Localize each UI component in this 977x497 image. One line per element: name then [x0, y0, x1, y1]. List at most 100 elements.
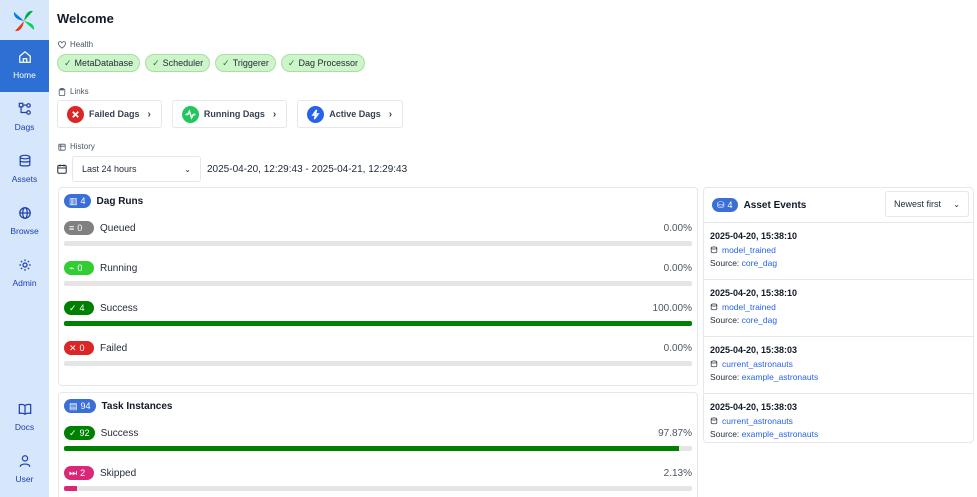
sidebar-item-dags[interactable]: Dags — [0, 92, 49, 144]
globe-icon — [18, 207, 31, 219]
source-dag-link[interactable]: example_astronauts — [742, 372, 819, 382]
sidebar-item-docs[interactable]: Docs — [0, 392, 49, 444]
chevron-down-icon: ⌄ — [184, 164, 191, 174]
progress-bar — [64, 486, 692, 491]
sidebar-item-label: Home — [13, 70, 36, 80]
task-instances-count: ▤ 94 — [64, 399, 96, 413]
asset-link[interactable]: model_trained — [710, 245, 967, 255]
main-content: Welcome Health ✓ MetaDatabase ✓ Scheduler … — [49, 0, 977, 497]
progress-bar — [64, 321, 692, 326]
history-section-label: History — [58, 142, 95, 151]
dag-run-stat-failed[interactable]: ✕ 0 Failed 0.00% — [64, 341, 692, 366]
page-title: Welcome — [57, 11, 114, 26]
database-icon — [710, 303, 718, 311]
queue-icon: ≡ — [69, 223, 75, 233]
task-instances-panel: ▤ 94 Task Instances ✓ 92 Success 97.87% ⏭ 2 S… — [58, 392, 698, 497]
calendar-icon — [57, 164, 67, 174]
history-icon — [58, 143, 66, 151]
database-icon — [710, 246, 718, 254]
failed-dags-button[interactable]: Failed Dags › — [57, 100, 162, 128]
asset-event-item: 2025-04-20, 15:38:10 model_trained Sourc… — [704, 279, 973, 336]
health-badge-metadatabase: ✓ MetaDatabase — [57, 54, 141, 72]
dag-runs-count: ▥ 4 — [64, 194, 91, 208]
asset-events-count: ⛁ 4 — [712, 198, 738, 212]
health-badge-scheduler: ✓ Scheduler — [145, 54, 211, 72]
dags-icon — [18, 102, 31, 115]
asset-events-header: ⛁ 4 Asset Events — [712, 198, 806, 212]
skipped-badge: ⏭ 2 — [64, 466, 94, 480]
history-row: Last 24 hours ⌄ 2025-04-20, 12:29:43 - 2… — [57, 156, 407, 182]
task-stat-skipped[interactable]: ⏭ 2 Skipped 2.13% — [64, 466, 692, 491]
task-stat-success[interactable]: ✓ 92 Success 97.87% — [64, 426, 692, 451]
time-range-text: 2025-04-20, 12:29:43 - 2025-04-21, 12:29… — [207, 163, 408, 175]
links-section-label: Links — [58, 87, 89, 96]
progress-bar — [64, 361, 692, 366]
health-badges: ✓ MetaDatabase ✓ Scheduler ✓ Triggerer ✓ Dag… — [57, 54, 365, 72]
sidebar-item-admin[interactable]: Admin — [0, 248, 49, 300]
check-icon: ✓ — [152, 57, 160, 68]
chevron-down-icon: ⌄ — [953, 199, 960, 209]
dag-runs-header: ▥ 4 Dag Runs — [64, 194, 143, 208]
gear-icon — [18, 259, 31, 271]
success-badge: ✓ 4 — [64, 301, 94, 315]
airflow-logo[interactable] — [12, 9, 36, 33]
skip-icon: ⏭ — [69, 467, 78, 478]
clipboard-icon — [58, 87, 66, 96]
health-badge-dag-processor: ✓ Dag Processor — [280, 54, 365, 72]
progress-bar — [64, 446, 692, 451]
sidebar-item-browse[interactable]: Browse — [0, 196, 49, 248]
activity-icon — [181, 105, 199, 123]
sort-order-select[interactable]: Newest first ⌄ — [885, 191, 969, 217]
asset-event-item: 2025-04-20, 15:38:03 current_astronauts … — [704, 393, 973, 450]
progress-bar — [64, 281, 692, 286]
asset-link[interactable]: current_astronauts — [710, 359, 967, 369]
running-badge: ⌁ 0 — [64, 261, 94, 275]
chevron-right-icon: › — [272, 108, 277, 120]
asset-event-item: 2025-04-20, 15:38:10 model_trained Sourc… — [704, 222, 973, 279]
sidebar-item-label: Browse — [10, 226, 39, 236]
time-range-select[interactable]: Last 24 hours ⌄ — [72, 156, 201, 182]
queued-badge: ≡ 0 — [64, 221, 94, 235]
check-icon: ✓ — [222, 57, 230, 68]
sidebar-item-label: Admin — [12, 278, 37, 288]
activity-icon: ⌁ — [69, 262, 75, 273]
active-dags-button[interactable]: Active Dags › — [297, 100, 404, 128]
file-icon: ▤ — [69, 400, 78, 411]
database-icon — [19, 154, 30, 167]
sidebar-item-user[interactable]: User — [0, 444, 49, 496]
sidebar-item-label: Assets — [11, 174, 38, 184]
x-circle-icon — [67, 105, 84, 123]
sidebar-item-label: User — [15, 474, 34, 484]
health-section-label: Health — [58, 40, 93, 49]
sidebar-item-label: Dags — [14, 122, 35, 132]
user-icon — [19, 455, 30, 467]
success-badge: ✓ 92 — [64, 426, 95, 440]
asset-events-panel: ⛁ 4 Asset Events Newest first ⌄ 2025-04-2… — [703, 187, 974, 443]
sidebar: Home Dags Assets Browse Admin Docs User — [0, 0, 49, 497]
running-dags-button[interactable]: Running Dags › — [171, 100, 288, 128]
links-row: Failed Dags › Running Dags › Active Dags… — [57, 100, 404, 128]
source-dag-link[interactable]: core_dag — [742, 315, 777, 325]
sidebar-item-home[interactable]: Home — [0, 40, 49, 92]
source-dag-link[interactable]: example_astronauts — [742, 429, 819, 439]
asset-link[interactable]: current_astronauts — [710, 416, 967, 426]
progress-bar — [64, 241, 692, 246]
home-icon — [18, 50, 31, 63]
book-icon — [18, 403, 31, 416]
chevron-right-icon: › — [388, 108, 393, 120]
database-icon — [710, 360, 718, 368]
dag-run-stat-queued[interactable]: ≡ 0 Queued 0.00% — [64, 221, 692, 246]
check-icon: ✓ — [64, 57, 72, 68]
failed-badge: ✕ 0 — [64, 341, 94, 355]
heart-pulse-icon — [58, 40, 66, 49]
asset-link[interactable]: model_trained — [710, 302, 967, 312]
source-dag-link[interactable]: core_dag — [742, 258, 777, 268]
dag-run-stat-running[interactable]: ⌁ 0 Running 0.00% — [64, 261, 692, 286]
bar-chart-icon: ▥ — [69, 195, 78, 206]
sidebar-item-assets[interactable]: Assets — [0, 144, 49, 196]
dag-runs-panel: ▥ 4 Dag Runs ≡ 0 Queued 0.00% ⌁ 0 Running 0.0… — [58, 187, 698, 386]
health-badge-triggerer: ✓ Triggerer — [215, 54, 276, 72]
asset-event-item: 2025-04-20, 15:38:03 current_astronauts … — [704, 336, 973, 393]
sidebar-item-label: Docs — [14, 422, 35, 432]
dag-run-stat-success[interactable]: ✓ 4 Success 100.00% — [64, 301, 692, 326]
